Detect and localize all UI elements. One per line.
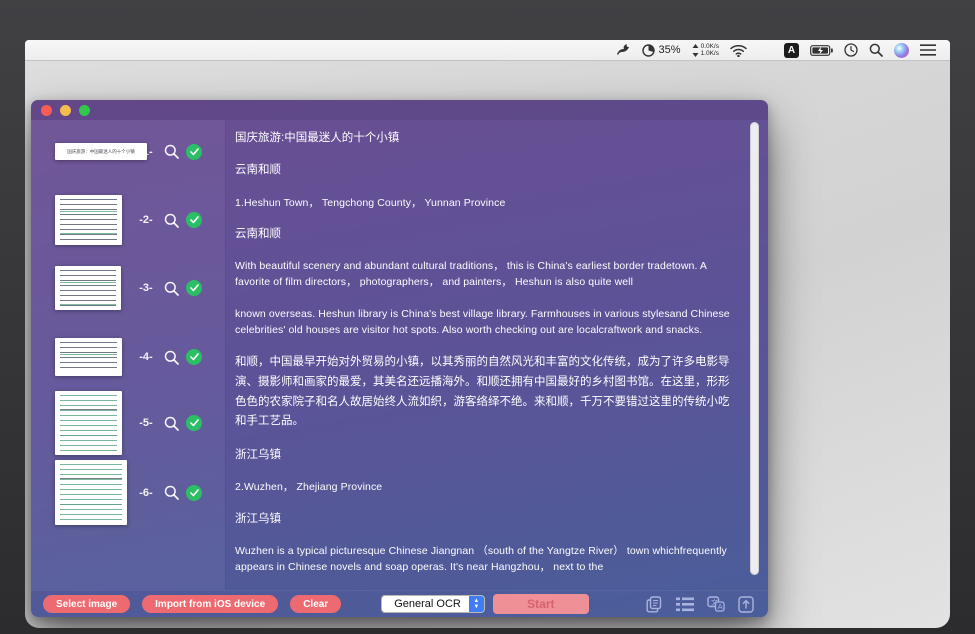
translate-icon[interactable]: 文 A bbox=[707, 596, 725, 612]
paragraph: Wuzhen is a typical picturesque Chinese … bbox=[235, 543, 738, 576]
siri-icon[interactable] bbox=[894, 40, 909, 61]
page-number-label: -3- bbox=[133, 282, 159, 294]
clear-button[interactable]: Clear bbox=[290, 595, 341, 613]
updown-arrows-icon bbox=[692, 44, 699, 57]
pages-sidebar: 国庆旅游：中国最迷人的十个小镇 -1- bbox=[31, 120, 226, 590]
page-row-4: -4- bbox=[31, 338, 225, 376]
wifi-icon[interactable] bbox=[730, 40, 747, 61]
bottom-toolbar: Select image Import from iOS device Clea… bbox=[31, 590, 768, 617]
magnifier-icon[interactable] bbox=[164, 144, 179, 159]
paragraph: 2.Wuzhen， Zhejiang Province bbox=[235, 479, 738, 495]
checkmark-icon bbox=[186, 349, 202, 365]
paragraph: 浙江乌镇 bbox=[235, 447, 738, 464]
page-thumbnail-6[interactable] bbox=[55, 460, 127, 525]
page-row-3: -3- bbox=[31, 266, 225, 310]
page-row-1: 国庆旅游：中国最迷人的十个小镇 -1- bbox=[31, 143, 225, 160]
result-action-icons: 文 A bbox=[646, 596, 754, 613]
input-source-icon[interactable]: A bbox=[784, 40, 799, 61]
search-icon[interactable] bbox=[869, 40, 883, 61]
window-titlebar[interactable] bbox=[31, 100, 768, 120]
checkmark-icon bbox=[186, 280, 202, 296]
menu-bar: 35% 0.0K/s 1.0K/s bbox=[25, 40, 950, 61]
paragraph: 云南和顺 bbox=[235, 226, 738, 243]
ocr-mode-select[interactable]: General OCR ▲▼ bbox=[381, 595, 485, 613]
page-thumbnail-1[interactable]: 国庆旅游：中国最迷人的十个小镇 bbox=[55, 143, 147, 160]
magnifier-icon[interactable] bbox=[164, 281, 179, 296]
network-monitor[interactable]: 0.0K/s 1.0K/s bbox=[692, 40, 719, 61]
desktop: 35% 0.0K/s 1.0K/s bbox=[25, 40, 950, 628]
network-speeds: 0.0K/s 1.0K/s bbox=[701, 43, 719, 57]
import-ios-button[interactable]: Import from iOS device bbox=[142, 595, 278, 613]
page-number-label: -4- bbox=[133, 351, 159, 363]
cpu-monitor[interactable]: 35% bbox=[642, 40, 681, 61]
bird-icon[interactable] bbox=[615, 40, 631, 61]
ocr-result-text: 国庆旅游:中国最迷人的十个小镇 云南和顺 1.Heshun Town， Teng… bbox=[226, 120, 768, 590]
page-thumbnail-4[interactable] bbox=[55, 338, 122, 376]
cpu-percent: 35% bbox=[659, 44, 681, 56]
copy-result-icon[interactable] bbox=[646, 596, 663, 613]
document-title: 国庆旅游:中国最迷人的十个小镇 bbox=[235, 130, 738, 147]
paragraph: 浙江乌镇 bbox=[235, 511, 738, 528]
menu-list-icon[interactable] bbox=[920, 40, 936, 61]
checkmark-icon bbox=[186, 485, 202, 501]
checkmark-icon bbox=[186, 144, 202, 160]
paragraph: 云南和顺 bbox=[235, 162, 738, 179]
paragraph: 和顺，中国最早开始对外贸易的小镇，以其秀丽的自然风光和丰富的文化传统，成为了许多… bbox=[235, 353, 738, 432]
magnifier-icon[interactable] bbox=[164, 416, 179, 431]
ocr-app-window: 国庆旅游：中国最迷人的十个小镇 -1- bbox=[31, 100, 768, 617]
thumbnail-caption: 国庆旅游：中国最迷人的十个小镇 bbox=[55, 143, 147, 160]
start-button[interactable]: Start bbox=[493, 594, 589, 614]
monitor-bezel: 35% 0.0K/s 1.0K/s bbox=[0, 0, 975, 634]
checkmark-icon bbox=[186, 212, 202, 228]
export-icon[interactable] bbox=[738, 596, 754, 613]
page-number-label: -2- bbox=[133, 214, 159, 226]
minimize-button[interactable] bbox=[60, 105, 71, 116]
ocr-mode-value: General OCR bbox=[382, 598, 469, 610]
vertical-scrollbar[interactable] bbox=[750, 122, 759, 575]
up-speed: 0.0K/s bbox=[701, 43, 719, 50]
magnifier-icon[interactable] bbox=[164, 213, 179, 228]
page-row-5: -5- bbox=[31, 391, 225, 455]
page-row-6: -6- bbox=[31, 460, 225, 525]
checkmark-icon bbox=[186, 415, 202, 431]
page-number-label: -6- bbox=[133, 487, 159, 499]
close-button[interactable] bbox=[41, 105, 52, 116]
paragraph: 1.Heshun Town， Tengchong County， Yunnan … bbox=[235, 195, 738, 211]
select-stepper-icon: ▲▼ bbox=[469, 595, 484, 613]
svg-text:A: A bbox=[718, 602, 723, 611]
down-speed: 1.0K/s bbox=[701, 50, 719, 57]
input-source-letter: A bbox=[784, 43, 799, 58]
page-row-2: -2- bbox=[31, 195, 225, 245]
battery-charging-icon[interactable] bbox=[810, 40, 833, 61]
page-thumbnail-3[interactable] bbox=[55, 266, 121, 310]
magnifier-icon[interactable] bbox=[164, 485, 179, 500]
zoom-window-button[interactable] bbox=[79, 105, 90, 116]
select-image-button[interactable]: Select image bbox=[43, 595, 130, 613]
paragraph: With beautiful scenery and abundant cult… bbox=[235, 258, 738, 291]
paragraph: known overseas. Heshun library is China'… bbox=[235, 306, 738, 339]
clock-icon[interactable] bbox=[844, 40, 858, 61]
result-list-icon[interactable] bbox=[676, 597, 694, 612]
magnifier-icon[interactable] bbox=[164, 350, 179, 365]
page-thumbnail-2[interactable] bbox=[55, 195, 122, 245]
pie-chart-icon bbox=[642, 44, 655, 57]
page-number-label: -5- bbox=[133, 417, 159, 429]
page-thumbnail-5[interactable] bbox=[55, 391, 122, 455]
